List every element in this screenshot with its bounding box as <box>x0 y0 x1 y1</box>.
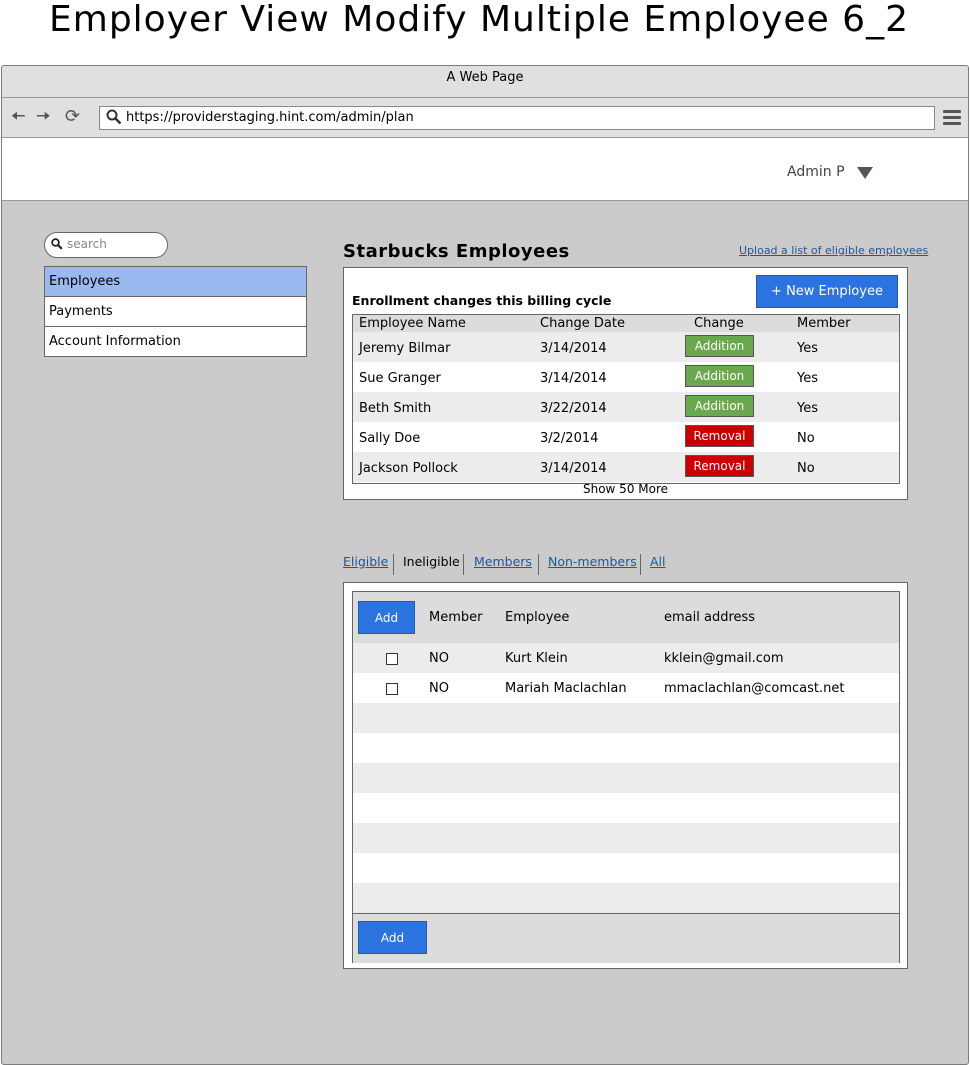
enrollment-table: Employee Name Change Date Change Member … <box>352 314 900 484</box>
change-date: 3/22/2014 <box>540 401 607 416</box>
table-row: Sally Doe 3/2/2014 Removal No <box>353 422 899 452</box>
sidebar-nav: Employees Payments Account Information <box>44 266 307 357</box>
email-address: kklein@gmail.com <box>664 651 784 666</box>
table-header: Add Member Employee email address <box>353 592 899 643</box>
member-status: NO <box>429 681 449 696</box>
user-name[interactable]: Admin P <box>787 164 845 180</box>
member-status: NO <box>429 651 449 666</box>
employee-name: Mariah Maclachlan <box>505 681 627 696</box>
search-icon <box>51 238 63 250</box>
table-row: Sue Granger 3/14/2014 Addition Yes <box>353 362 899 392</box>
new-employee-button[interactable]: + New Employee <box>756 275 898 308</box>
sidebar-item-employees[interactable]: Employees <box>45 267 306 296</box>
browser-toolbar: 🠤 🠦 ⟳ https://providerstaging.hint.com/a… <box>2 98 968 138</box>
empty-row <box>353 763 899 793</box>
back-arrow-icon[interactable]: 🠤 <box>11 107 26 127</box>
member-status: No <box>797 431 815 446</box>
employee-name: Jeremy Bilmar <box>359 341 451 356</box>
column-header-employee: Employee <box>505 610 570 625</box>
column-header-employee-name: Employee Name <box>359 316 466 331</box>
removal-badge: Removal <box>685 425 754 447</box>
enrollment-panel: Enrollment changes this billing cycle + … <box>343 267 908 500</box>
row-checkbox[interactable] <box>386 683 398 695</box>
upload-eligible-link[interactable]: Upload a list of eligible employees <box>739 244 928 257</box>
employee-name: Sue Granger <box>359 371 441 386</box>
dropdown-caret-icon[interactable] <box>857 167 873 179</box>
page-title: Employer View Modify Multiple Employee 6… <box>49 0 909 40</box>
member-status: No <box>797 461 815 476</box>
tab-eligible[interactable]: Eligible <box>343 554 388 569</box>
tab-non-members[interactable]: Non-members <box>548 554 637 569</box>
url-text: https://providerstaging.hint.com/admin/p… <box>126 110 414 125</box>
employee-list-panel: Add Member Employee email address NO Kur… <box>343 582 908 969</box>
sidebar-item-account-information[interactable]: Account Information <box>45 326 306 356</box>
change-date: 3/14/2014 <box>540 341 607 356</box>
removal-badge: Removal <box>685 455 754 477</box>
tab-divider <box>640 554 641 575</box>
table-row: Jackson Pollock 3/14/2014 Removal No <box>353 452 899 482</box>
column-header-email: email address <box>664 610 756 625</box>
empty-row <box>353 823 899 853</box>
employee-name: Kurt Klein <box>505 651 568 666</box>
reload-icon[interactable]: ⟳ <box>65 107 80 127</box>
add-button-bottom[interactable]: Add <box>358 921 427 954</box>
email-address: mmaclachlan@comcast.net <box>664 681 845 696</box>
tab-divider <box>538 554 539 575</box>
tab-all[interactable]: All <box>650 554 666 569</box>
tab-members[interactable]: Members <box>474 554 532 569</box>
browser-window: A Web Page 🠤 🠦 ⟳ https://providerstaging… <box>1 65 969 1065</box>
change-date: 3/14/2014 <box>540 461 607 476</box>
empty-row <box>353 733 899 763</box>
tab-divider <box>463 554 464 575</box>
empty-row <box>353 703 899 733</box>
change-date: 3/2/2014 <box>540 431 599 446</box>
empty-row <box>353 883 899 913</box>
tab-ineligible[interactable]: Ineligible <box>403 554 460 569</box>
search-input[interactable] <box>67 236 157 252</box>
show-more-link[interactable]: Show 50 More <box>344 482 907 496</box>
search-box[interactable] <box>44 232 168 258</box>
addition-badge: Addition <box>685 395 754 417</box>
member-status: Yes <box>797 371 818 386</box>
row-checkbox[interactable] <box>386 653 398 665</box>
table-row: NO Mariah Maclachlan mmaclachlan@comcast… <box>353 673 899 703</box>
table-row: Beth Smith 3/22/2014 Addition Yes <box>353 392 899 422</box>
member-status: Yes <box>797 401 818 416</box>
search-icon <box>106 109 122 125</box>
column-header-member: Member <box>797 316 851 331</box>
empty-row <box>353 853 899 883</box>
table-header: Employee Name Change Date Change Member <box>353 315 899 332</box>
column-header-change: Change <box>694 316 744 331</box>
employee-name: Jackson Pollock <box>359 461 458 476</box>
table-row: NO Kurt Klein kklein@gmail.com <box>353 643 899 673</box>
addition-badge: Addition <box>685 335 754 357</box>
app-header: Admin P <box>2 138 968 201</box>
window-title: A Web Page <box>2 66 968 98</box>
column-header-member: Member <box>429 610 483 625</box>
change-date: 3/14/2014 <box>540 371 607 386</box>
table-footer: Add <box>353 913 899 963</box>
addition-badge: Addition <box>685 365 754 387</box>
column-header-change-date: Change Date <box>540 316 625 331</box>
employee-table: Add Member Employee email address NO Kur… <box>352 591 900 963</box>
member-status: Yes <box>797 341 818 356</box>
sidebar-item-payments[interactable]: Payments <box>45 296 306 326</box>
address-bar[interactable]: https://providerstaging.hint.com/admin/p… <box>99 106 935 130</box>
enrollment-label: Enrollment changes this billing cycle <box>352 293 612 308</box>
employee-name: Beth Smith <box>359 401 432 416</box>
empty-row <box>353 793 899 823</box>
tab-divider <box>393 554 394 575</box>
hamburger-menu-icon[interactable] <box>943 110 961 126</box>
table-row: Jeremy Bilmar 3/14/2014 Addition Yes <box>353 332 899 362</box>
add-button[interactable]: Add <box>358 601 415 634</box>
employee-name: Sally Doe <box>359 431 421 446</box>
section-title: Starbucks Employees <box>343 241 570 262</box>
forward-arrow-icon[interactable]: 🠦 <box>36 107 51 127</box>
